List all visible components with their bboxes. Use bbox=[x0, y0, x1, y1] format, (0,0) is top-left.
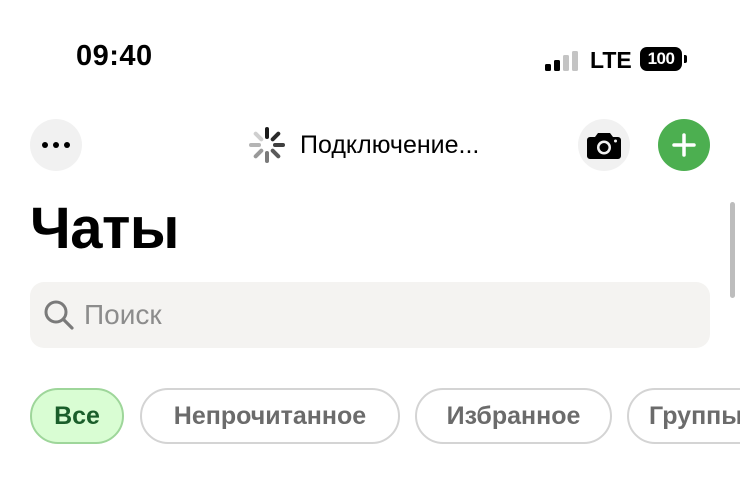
signal-icon bbox=[545, 51, 578, 71]
filter-chip-groups[interactable]: Группы bbox=[627, 388, 740, 444]
more-horizontal-icon bbox=[42, 142, 70, 148]
scrollbar[interactable] bbox=[730, 202, 735, 298]
filter-chip-unread[interactable]: Непрочитанное bbox=[140, 388, 400, 444]
status-time: 09:40 bbox=[76, 40, 153, 72]
camera-icon bbox=[587, 133, 621, 159]
connection-status: Подключение... bbox=[248, 126, 479, 164]
filter-chip-favorites[interactable]: Избранное bbox=[415, 388, 612, 444]
more-button[interactable] bbox=[30, 119, 82, 171]
filter-chip-all[interactable]: Все bbox=[30, 388, 124, 444]
spinner-icon bbox=[249, 127, 285, 163]
new-chat-button[interactable] bbox=[658, 119, 710, 171]
search-input[interactable] bbox=[84, 299, 644, 331]
camera-button[interactable] bbox=[578, 119, 630, 171]
network-type: LTE bbox=[590, 47, 632, 73]
connection-status-label: Подключение... bbox=[300, 130, 480, 159]
search-bar[interactable] bbox=[30, 282, 710, 348]
battery-level: 100 bbox=[640, 47, 682, 71]
plus-icon bbox=[672, 133, 696, 157]
page-title: Чаты bbox=[30, 196, 179, 261]
search-icon bbox=[44, 300, 74, 330]
